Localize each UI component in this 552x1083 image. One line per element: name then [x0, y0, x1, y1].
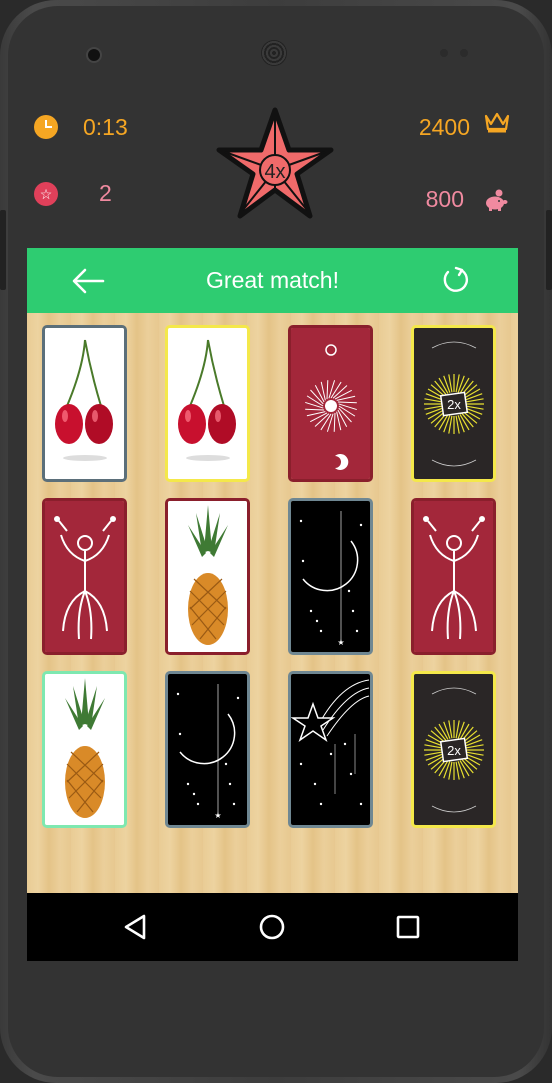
card-face-cherries	[45, 328, 124, 479]
power-button	[546, 210, 552, 290]
card-face-cherries	[168, 328, 247, 479]
front-camera	[86, 47, 102, 63]
nav-back-icon[interactable]	[120, 911, 152, 943]
card-crescent-moon-back[interactable]: ★	[288, 498, 373, 655]
card-cherries[interactable]	[165, 325, 250, 482]
card-pineapple[interactable]	[42, 671, 127, 828]
sensor	[460, 49, 468, 57]
high-score-value: 2400	[418, 114, 470, 140]
card-face-crescent-moon-back: ★	[291, 501, 370, 652]
timer-value: 0:13	[83, 114, 128, 140]
card-face-crescent-moon-back: ★	[168, 674, 247, 825]
svg-text:2x: 2x	[447, 397, 461, 412]
card-2x-bonus[interactable]: 2x	[411, 671, 496, 828]
card-cherries[interactable]	[42, 325, 127, 482]
card-face-2x-bonus: 2x	[414, 328, 493, 479]
android-nav-bar	[27, 893, 518, 961]
game-hud: 0:13 ☆ 2 4x 2400 800	[27, 88, 518, 248]
title-bar: Great match!	[27, 248, 518, 313]
svg-text:★: ★	[214, 811, 221, 820]
crown-icon	[484, 112, 510, 133]
card-face-dancer-back	[414, 501, 493, 652]
card-face-sun-moon-back	[291, 328, 370, 479]
sensor	[440, 49, 448, 57]
card-face-shooting-star-back	[291, 674, 370, 825]
card-face-pineapple	[45, 674, 124, 825]
card-crescent-moon-back[interactable]: ★	[165, 671, 250, 828]
multiplier-label: 4x	[264, 161, 285, 183]
card-2x-bonus[interactable]: 2x	[411, 325, 496, 482]
clock-icon	[34, 115, 58, 139]
card-pineapple[interactable]	[165, 498, 250, 655]
coins-value: 800	[425, 186, 464, 212]
card-face-2x-bonus: 2x	[414, 674, 493, 825]
speaker-grille	[261, 40, 287, 66]
screen: 0:13 ☆ 2 4x 2400 800 Great match! 2x ★ ★…	[27, 88, 518, 961]
restart-icon[interactable]	[439, 264, 471, 296]
volume-button	[0, 210, 6, 290]
nav-home-icon[interactable]	[256, 911, 288, 943]
card-face-pineapple	[168, 501, 247, 652]
card-dancer-back[interactable]	[42, 498, 127, 655]
card-shooting-star-back[interactable]	[288, 671, 373, 828]
svg-text:★: ★	[337, 638, 344, 647]
level-value: 2	[99, 180, 112, 206]
card-face-dancer-back	[45, 501, 124, 652]
card-board: 2x ★ ★ 2x	[27, 313, 518, 893]
multiplier-star-badge: 4x	[216, 107, 334, 219]
card-sun-moon-back[interactable]	[288, 325, 373, 482]
svg-text:2x: 2x	[447, 743, 461, 758]
card-dancer-back[interactable]	[411, 498, 496, 655]
phone-frame: 0:13 ☆ 2 4x 2400 800 Great match! 2x ★ ★…	[0, 0, 552, 1083]
piggy-bank-icon	[486, 189, 508, 211]
nav-recents-icon[interactable]	[392, 911, 424, 943]
star-level-icon: ☆	[34, 182, 58, 206]
